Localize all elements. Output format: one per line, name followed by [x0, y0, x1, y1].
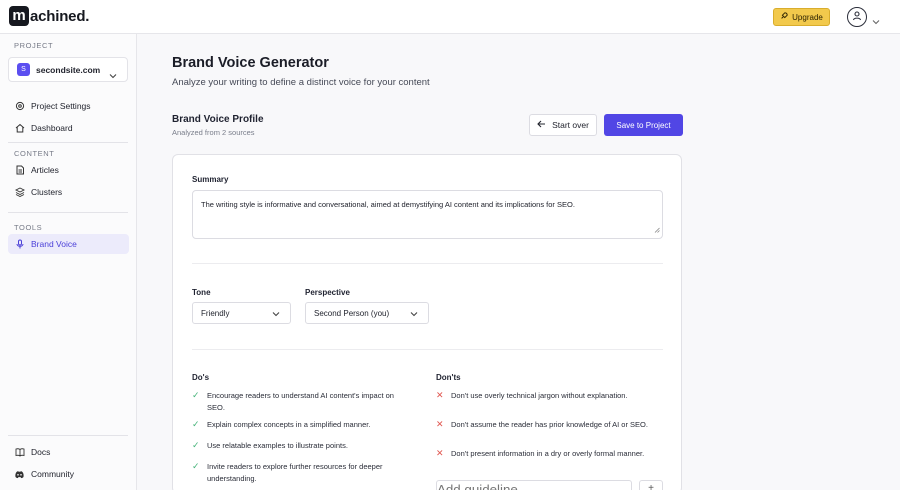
chevron-down-icon — [410, 310, 418, 319]
microphone-icon — [14, 239, 25, 250]
section-label-tools: TOOLS — [14, 223, 43, 232]
do-text: Explain complex concepts in a simplified… — [207, 420, 371, 429]
sidebar: PROJECT S secondsite.com Project Setting… — [0, 34, 137, 490]
do-text: Invite readers to explore further resour… — [207, 462, 383, 483]
summary-label: Summary — [192, 175, 229, 184]
divider — [8, 142, 128, 143]
document-icon — [14, 165, 25, 176]
add-guideline-button[interactable]: + — [639, 480, 663, 490]
arrow-left-icon — [537, 120, 546, 130]
user-icon — [852, 8, 862, 26]
book-icon — [14, 447, 25, 458]
sidebar-item-label: Community — [31, 469, 74, 479]
top-bar: m achined. Upgrade — [0, 0, 900, 34]
check-icon: ✓ — [192, 419, 200, 429]
start-over-button[interactable]: Start over — [529, 114, 597, 136]
profile-subtitle: Analyzed from 2 sources — [172, 128, 255, 137]
sidebar-item-project-settings[interactable]: Project Settings — [8, 96, 129, 116]
sidebar-item-dashboard[interactable]: Dashboard — [8, 118, 129, 138]
dont-text: Don't present information in a dry or ov… — [451, 449, 645, 458]
home-icon — [14, 123, 25, 134]
page-title: Brand Voice Generator — [172, 55, 329, 71]
rocket-icon — [780, 12, 788, 22]
do-text: Use relatable examples to illustrate poi… — [207, 441, 348, 450]
x-icon: ✕ — [436, 390, 444, 400]
divider — [8, 212, 128, 213]
logo-text: achined. — [30, 7, 90, 25]
layers-icon — [14, 187, 25, 198]
divider — [8, 435, 128, 436]
divider — [192, 349, 663, 350]
chevron-down-icon[interactable] — [872, 12, 880, 30]
do-item: ✓ Encourage readers to understand AI con… — [192, 390, 412, 413]
sidebar-item-label: Clusters — [31, 187, 63, 197]
divider — [192, 263, 663, 264]
do-item: ✓ Use relatable examples to illustrate p… — [192, 440, 412, 452]
sidebar-item-clusters[interactable]: Clusters — [8, 182, 129, 202]
page-subtitle: Analyze your writing to define a distinc… — [172, 77, 430, 88]
dont-text: Don't use overly technical jargon withou… — [451, 391, 628, 400]
add-guideline-input[interactable] — [436, 480, 632, 490]
logo[interactable]: m achined. — [9, 6, 89, 26]
tone-label: Tone — [192, 288, 211, 297]
summary-text: The writing style is informative and con… — [201, 200, 575, 209]
profile-title: Brand Voice Profile — [172, 114, 264, 125]
dos-label: Do's — [192, 373, 210, 382]
user-avatar-button[interactable] — [847, 7, 867, 27]
sidebar-item-label: Articles — [31, 165, 59, 175]
sidebar-item-label: Dashboard — [31, 123, 73, 133]
tone-value: Friendly — [201, 308, 230, 318]
x-icon: ✕ — [436, 419, 444, 429]
dont-item: ✕ Don't use overly technical jargon with… — [436, 390, 654, 402]
project-badge: S — [17, 63, 30, 76]
tone-select[interactable]: Friendly — [192, 302, 291, 324]
check-icon: ✓ — [192, 390, 200, 400]
project-selector[interactable]: S secondsite.com — [8, 57, 128, 82]
do-text: Encourage readers to understand AI conte… — [207, 391, 394, 412]
sidebar-item-label: Project Settings — [31, 101, 91, 111]
check-icon: ✓ — [192, 440, 200, 450]
sidebar-item-label: Brand Voice — [31, 239, 77, 249]
start-over-label: Start over — [552, 120, 589, 130]
chevron-down-icon — [272, 310, 280, 319]
x-icon: ✕ — [436, 448, 444, 458]
discord-icon — [14, 469, 25, 480]
logo-mark: m — [9, 6, 29, 26]
chevron-down-icon — [109, 66, 117, 84]
resize-grip-icon[interactable] — [654, 225, 660, 236]
sidebar-item-articles[interactable]: Articles — [8, 160, 129, 180]
gear-icon — [14, 101, 25, 112]
perspective-select[interactable]: Second Person (you) — [305, 302, 429, 324]
donts-label: Don'ts — [436, 373, 461, 382]
section-label-project: PROJECT — [14, 41, 54, 50]
sidebar-item-label: Docs — [31, 447, 51, 457]
sidebar-item-docs[interactable]: Docs — [8, 442, 129, 462]
do-item: ✓ Explain complex concepts in a simplifi… — [192, 419, 412, 431]
sidebar-item-community[interactable]: Community — [8, 464, 129, 484]
upgrade-label: Upgrade — [792, 12, 823, 22]
save-to-project-button[interactable]: Save to Project — [604, 114, 683, 136]
perspective-label: Perspective — [305, 288, 350, 297]
perspective-value: Second Person (you) — [314, 308, 390, 318]
summary-textarea[interactable]: The writing style is informative and con… — [192, 190, 663, 239]
section-label-content: CONTENT — [14, 149, 55, 158]
project-name: secondsite.com — [36, 64, 101, 75]
brand-voice-card: Summary The writing style is informative… — [172, 154, 682, 490]
dont-text: Don't assume the reader has prior knowle… — [451, 420, 648, 429]
dont-item: ✕ Don't assume the reader has prior know… — [436, 419, 654, 431]
check-icon: ✓ — [192, 461, 200, 471]
upgrade-button[interactable]: Upgrade — [773, 8, 830, 26]
sidebar-item-brand-voice[interactable]: Brand Voice — [8, 234, 129, 254]
dont-item: ✕ Don't present information in a dry or … — [436, 448, 654, 460]
do-item: ✓ Invite readers to explore further reso… — [192, 461, 412, 484]
